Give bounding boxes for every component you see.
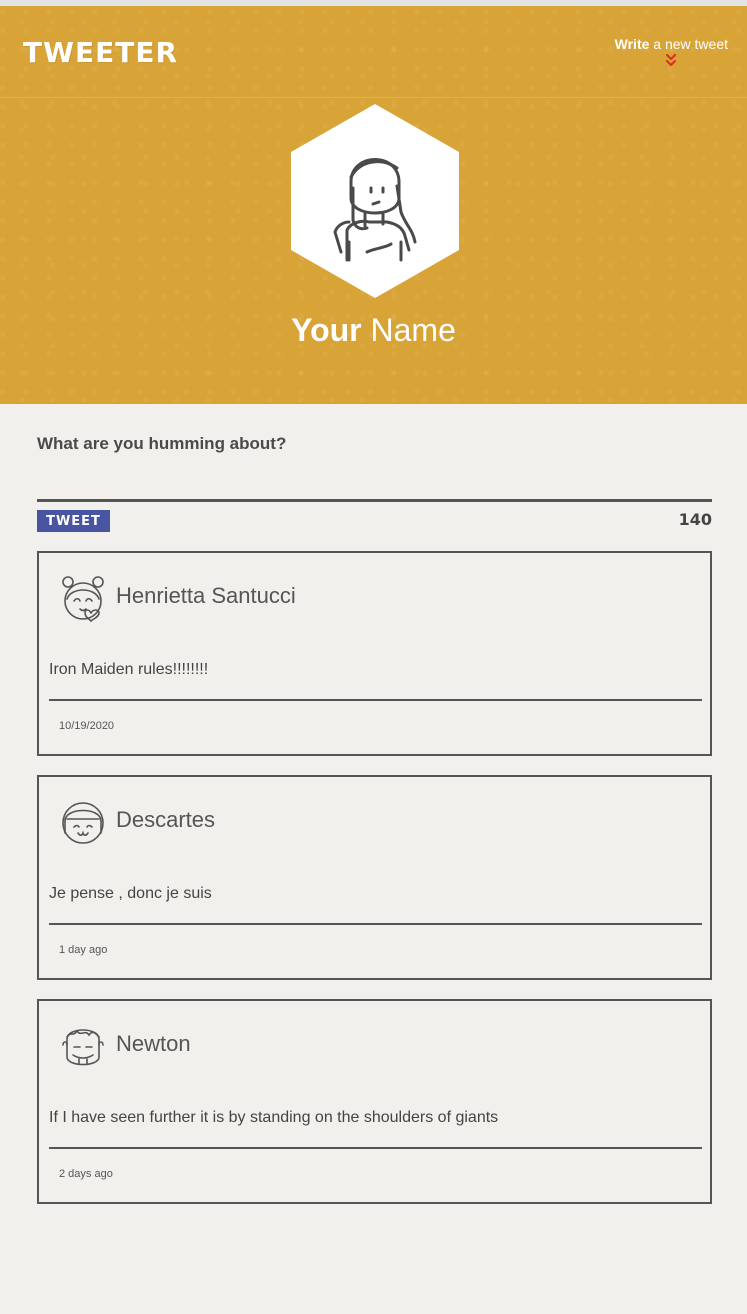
tweet-button[interactable]: TWEET xyxy=(37,510,110,532)
tweet-content: Iron Maiden rules!!!!!!!! xyxy=(49,661,209,678)
tweet-divider xyxy=(49,1147,702,1149)
avatar xyxy=(62,576,104,623)
navbar: TWEETER Write a new tweet xyxy=(0,6,747,98)
tweet-input[interactable] xyxy=(37,460,712,502)
tweet-content: If I have seen further it is by standing… xyxy=(49,1109,499,1126)
profile-name-last: Name xyxy=(361,312,456,348)
brand-logo[interactable]: TWEETER xyxy=(23,36,178,69)
tweet-divider xyxy=(49,923,702,925)
avatar xyxy=(62,802,104,844)
tweet-card: Newton If I have seen further it is by s… xyxy=(37,999,712,1204)
avatar xyxy=(62,1029,104,1066)
tweet-author: Henrietta Santucci xyxy=(116,583,296,608)
tweet-timestamp: 1 day ago xyxy=(59,944,108,956)
tweet-timestamp: 10/19/2020 xyxy=(59,720,115,732)
tweet-author: Descartes xyxy=(116,807,216,832)
chevron-double-down-icon[interactable] xyxy=(665,53,677,67)
tweet-author: Newton xyxy=(116,1031,191,1056)
tweet-card: Descartes Je pense , donc je suis 1 day … xyxy=(37,775,712,980)
write-label: Write xyxy=(614,36,650,52)
write-new-tweet-link[interactable]: Write a new tweet xyxy=(615,36,728,67)
profile-name-first: Your xyxy=(291,312,362,348)
profile-name: Your Name xyxy=(0,312,747,349)
tweet-timestamp: 2 days ago xyxy=(59,1168,113,1180)
tweet-content: Je pense , donc je suis xyxy=(49,885,212,902)
compose-prompt: What are you humming about? xyxy=(37,434,287,453)
profile-avatar xyxy=(291,104,459,298)
character-counter: 140 xyxy=(678,510,712,529)
new-tweet-label: a new tweet xyxy=(649,36,728,52)
tweet-divider xyxy=(49,699,702,701)
tweet-card: Henrietta Santucci Iron Maiden rules!!!!… xyxy=(37,551,712,756)
